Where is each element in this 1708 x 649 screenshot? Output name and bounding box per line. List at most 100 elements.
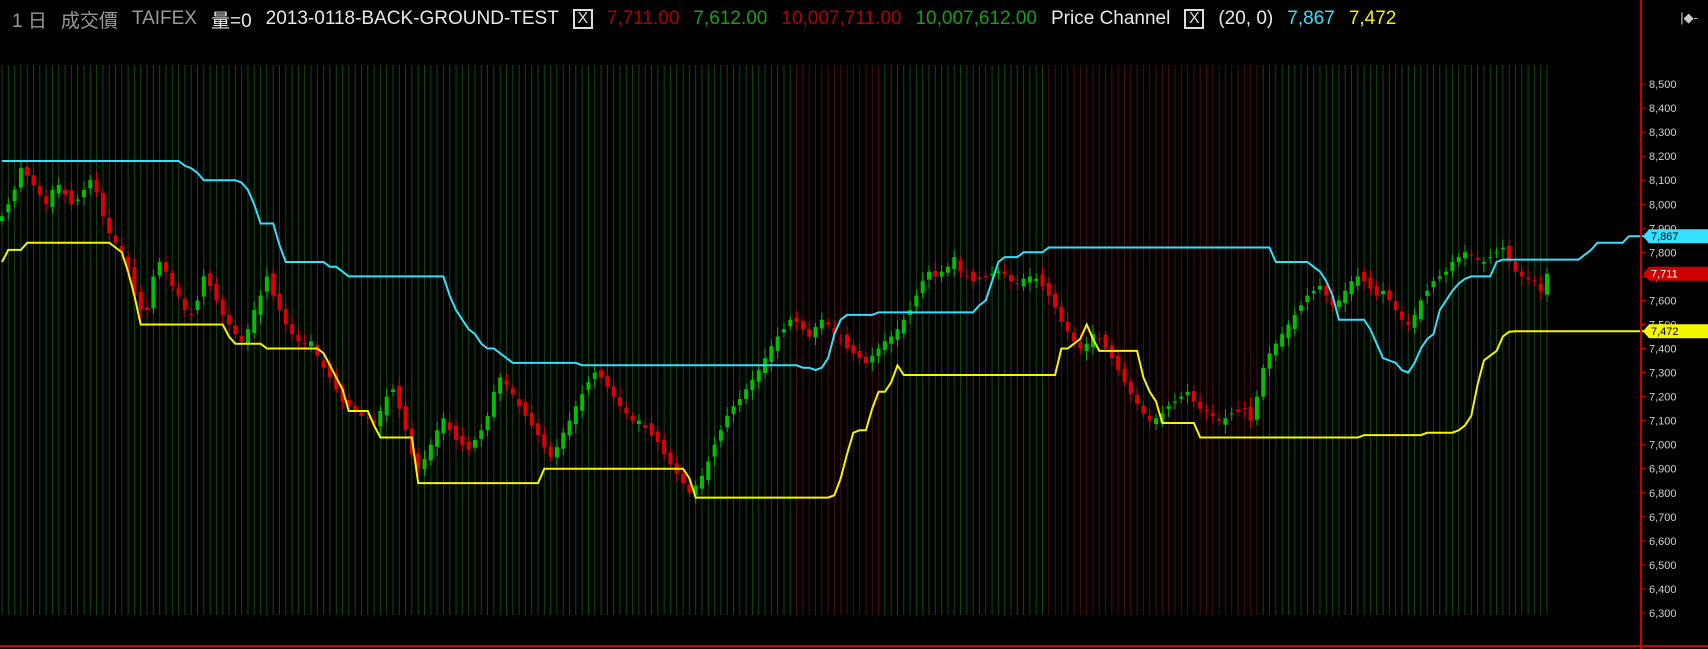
candle-body: [1021, 278, 1026, 287]
y-tick-label: 6,300: [1649, 608, 1677, 620]
candle-body: [1418, 300, 1423, 320]
candle-body: [107, 217, 112, 234]
candle-body: [296, 334, 301, 342]
candle-body: [636, 420, 641, 425]
candle-body: [479, 430, 484, 439]
candle-body: [750, 379, 755, 391]
candle-body: [1500, 247, 1505, 250]
candle-body: [901, 319, 906, 334]
candle-body: [1210, 413, 1215, 416]
candle-body: [718, 430, 723, 441]
candle-body: [813, 326, 818, 338]
candle-body: [1368, 277, 1373, 289]
candle-body: [611, 386, 616, 397]
candle-body: [390, 389, 395, 393]
background-grid: [1, 65, 1548, 615]
candle-body: [1254, 396, 1259, 420]
candle-body: [1084, 343, 1089, 352]
candle-body: [1261, 367, 1266, 397]
y-tick-label: 7,200: [1649, 392, 1677, 404]
candle-body: [1538, 284, 1543, 291]
candle-body: [725, 415, 730, 428]
candle-body: [25, 166, 30, 176]
candle-body: [81, 189, 86, 198]
candle-body: [1273, 343, 1278, 356]
candle-body: [1116, 355, 1121, 371]
candle-body: [1450, 261, 1455, 271]
candle-body: [870, 355, 875, 363]
y-tick-label: 8,300: [1649, 127, 1677, 139]
candle-body: [971, 271, 976, 282]
candle-body: [712, 444, 717, 457]
y-tick-label: 8,500: [1649, 79, 1677, 91]
candle-body: [233, 325, 238, 335]
candle-body: [561, 432, 566, 449]
candle-body: [56, 185, 61, 194]
candle-body: [510, 388, 515, 395]
candle-body: [895, 329, 900, 340]
candle-body: [189, 314, 194, 316]
candle-body: [454, 425, 459, 440]
candle-body: [1475, 257, 1480, 260]
candle-body: [586, 382, 591, 390]
candle-body: [1343, 290, 1348, 304]
candle-body: [1027, 276, 1032, 283]
candle-body: [1305, 295, 1310, 303]
candle-body: [1393, 300, 1398, 311]
candle-body: [1015, 283, 1020, 285]
candle-body: [1532, 280, 1537, 282]
candle-body: [283, 308, 288, 325]
candle-body: [807, 329, 812, 337]
candle-body: [529, 412, 534, 426]
candle-body: [927, 271, 931, 280]
candle-body: [1103, 334, 1108, 349]
candle-body: [775, 336, 780, 351]
candle-body: [851, 345, 856, 354]
y-tick-label: 6,700: [1649, 512, 1677, 524]
candle-body: [876, 348, 881, 357]
candle-body: [182, 298, 187, 311]
candle-body: [794, 317, 799, 323]
y-tick-label: 7,400: [1649, 344, 1677, 356]
candle-body: [1097, 338, 1102, 340]
y-tick-label: 7,000: [1649, 440, 1677, 452]
candle-body: [88, 180, 93, 189]
candle-body: [1349, 281, 1354, 295]
candle-body: [889, 336, 894, 344]
candle-body: [365, 417, 370, 419]
candle-body: [1078, 342, 1083, 349]
candle-body: [1494, 252, 1499, 254]
candle-body: [422, 459, 427, 469]
candle-body: [1469, 254, 1474, 256]
candle-body: [504, 380, 509, 385]
candle-body: [1336, 300, 1341, 307]
candle-body: [964, 275, 969, 277]
candle-body: [50, 189, 55, 207]
candle-body: [1387, 290, 1392, 301]
candle-body: [624, 407, 629, 414]
close-value-flag: 7,711: [1651, 269, 1678, 281]
candle-body: [245, 329, 250, 345]
candle-body: [567, 420, 572, 436]
candle-body: [94, 179, 99, 193]
candle-body: [1204, 409, 1209, 412]
upper-value-flag: 7,867: [1651, 231, 1679, 243]
candle-body: [580, 394, 585, 411]
candle-body: [18, 168, 23, 188]
candle-body: [1002, 271, 1007, 274]
candle-body: [983, 275, 988, 277]
candle-body: [1545, 273, 1549, 295]
candle-body: [1198, 401, 1203, 409]
candle-body: [302, 342, 307, 344]
candle-body: [737, 399, 742, 406]
candle-body: [592, 372, 597, 379]
candle-body: [1267, 353, 1272, 369]
candle-body: [403, 405, 408, 431]
candle-body: [1519, 271, 1524, 277]
candle-body: [655, 431, 660, 443]
candle-body: [321, 360, 326, 368]
candle-body: [599, 370, 604, 378]
price-chart[interactable]: 8,5008,4008,3008,2008,1008,0007,9007,800…: [0, 0, 1708, 649]
candle-body: [472, 439, 477, 448]
candle-body: [630, 415, 635, 421]
